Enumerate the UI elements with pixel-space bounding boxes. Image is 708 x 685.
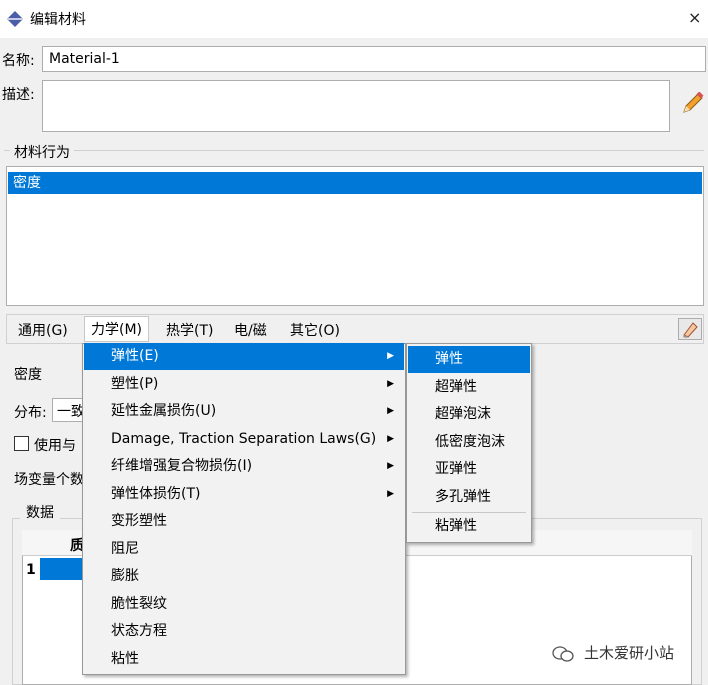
submenu-arrow-icon: ▶ xyxy=(387,406,394,416)
delete-behavior-button[interactable] xyxy=(678,318,702,340)
wechat-icon xyxy=(552,646,574,662)
menu-mechanical[interactable]: 力学(M) xyxy=(84,316,150,342)
elastic-submenu-item[interactable]: 亚弹性 xyxy=(408,456,530,483)
mechanical-menu-item[interactable]: 弹性体损伤(T) ▶ xyxy=(84,481,404,508)
submenu-arrow-icon: ▶ xyxy=(387,488,394,499)
mechanical-menu-item[interactable]: 脆性裂纹 xyxy=(84,591,404,618)
menu-item-label: 弹性(E) xyxy=(111,348,159,364)
menu-other[interactable]: 其它(O) xyxy=(290,320,340,340)
mechanical-menu-item[interactable]: Damage, Traction Separation Laws(G) ▶ xyxy=(84,426,404,453)
behaviors-group-title: 材料行为 xyxy=(10,142,74,162)
menu-item-label: 膨胀 xyxy=(111,568,139,584)
submenu-arrow-icon: ▶ xyxy=(387,433,394,444)
mechanical-menu-item[interactable]: 纤维增强复合物损伤(I) ▶ xyxy=(84,453,404,480)
menu-thermal[interactable]: 热学(T) xyxy=(166,320,213,340)
mechanical-menu-item[interactable]: 变形塑性 xyxy=(84,508,404,535)
menu-item-label: 脆性裂纹 xyxy=(111,595,167,612)
watermark-text: 土木爱研小站 xyxy=(584,644,675,662)
mechanical-menu-item[interactable]: 弹性(E) ▶ xyxy=(84,343,404,370)
mechanical-menu-item[interactable]: 延性金属损伤(U) ▶ xyxy=(84,398,404,425)
elastic-submenu-item[interactable]: 弹性 xyxy=(408,346,530,373)
mechanical-menu-item[interactable]: 状态方程 xyxy=(84,618,404,645)
elastic-submenu-item[interactable]: 低密度泡沫 xyxy=(408,429,530,456)
menu-general[interactable]: 通用(G) xyxy=(18,320,68,340)
menu-electromagnetic[interactable]: 电/磁 xyxy=(234,320,267,340)
app-icon xyxy=(7,11,23,27)
checkbox-label: 使用与 xyxy=(34,438,76,454)
elastic-submenu-item[interactable]: 多孔弹性 xyxy=(408,484,530,511)
field-variables-label: 场变量个数 xyxy=(14,472,84,488)
eraser-icon xyxy=(683,322,698,338)
menu-item-label: 变形塑性 xyxy=(111,513,167,529)
behaviors-group-border xyxy=(4,150,704,151)
close-icon[interactable]: × xyxy=(688,8,701,27)
description-label: 描述: xyxy=(2,87,35,103)
window-title: 编辑材料 xyxy=(30,12,86,28)
data-group-title: 数据 xyxy=(20,502,60,522)
menu-item-label: 弹性体损伤(T) xyxy=(111,485,201,502)
elastic-submenu-item[interactable]: 超弹性 xyxy=(408,374,530,401)
menu-item-label: 粘性 xyxy=(111,650,139,667)
submenu-arrow-icon: ▶ xyxy=(387,461,394,471)
submenu-arrow-icon: ▶ xyxy=(387,378,394,389)
mechanical-menu-item[interactable]: 粘性 xyxy=(84,646,404,673)
submenu-arrow-icon: ▶ xyxy=(387,351,394,361)
menu-item-label: 阻尼 xyxy=(111,540,139,557)
pencil-icon[interactable] xyxy=(680,92,704,116)
elastic-submenu-item[interactable]: 粘弹性 xyxy=(408,513,530,540)
menu-item-label: 塑性(P) xyxy=(111,375,159,392)
mechanical-menu-item[interactable]: 塑性(P) ▶ xyxy=(84,371,404,398)
temperature-checkbox[interactable] xyxy=(14,436,29,451)
distribution-label: 分布: xyxy=(14,405,47,421)
title-bar xyxy=(0,0,708,38)
description-field[interactable] xyxy=(42,80,670,132)
elastic-submenu-item[interactable]: 超弹泡沫 xyxy=(408,401,530,428)
density-section-title: 密度 xyxy=(14,367,42,383)
menu-item-label: 纤维增强复合物损伤(I) xyxy=(111,458,253,474)
menu-item-label: 延性金属损伤(U) xyxy=(111,403,217,419)
name-label: 名称: xyxy=(2,53,35,69)
menu-item-label: 状态方程 xyxy=(111,623,167,639)
submenu-separator xyxy=(412,512,526,513)
table-row-number: 1 xyxy=(26,562,36,578)
mechanical-menu-item[interactable]: 阻尼 xyxy=(84,536,404,563)
mechanical-menu-item[interactable]: 膨胀 xyxy=(84,563,404,590)
menu-item-label: Damage, Traction Separation Laws(G) xyxy=(111,430,377,447)
name-field[interactable]: Material-1 xyxy=(42,46,706,72)
behaviors-list-item[interactable]: 密度 xyxy=(8,172,702,194)
